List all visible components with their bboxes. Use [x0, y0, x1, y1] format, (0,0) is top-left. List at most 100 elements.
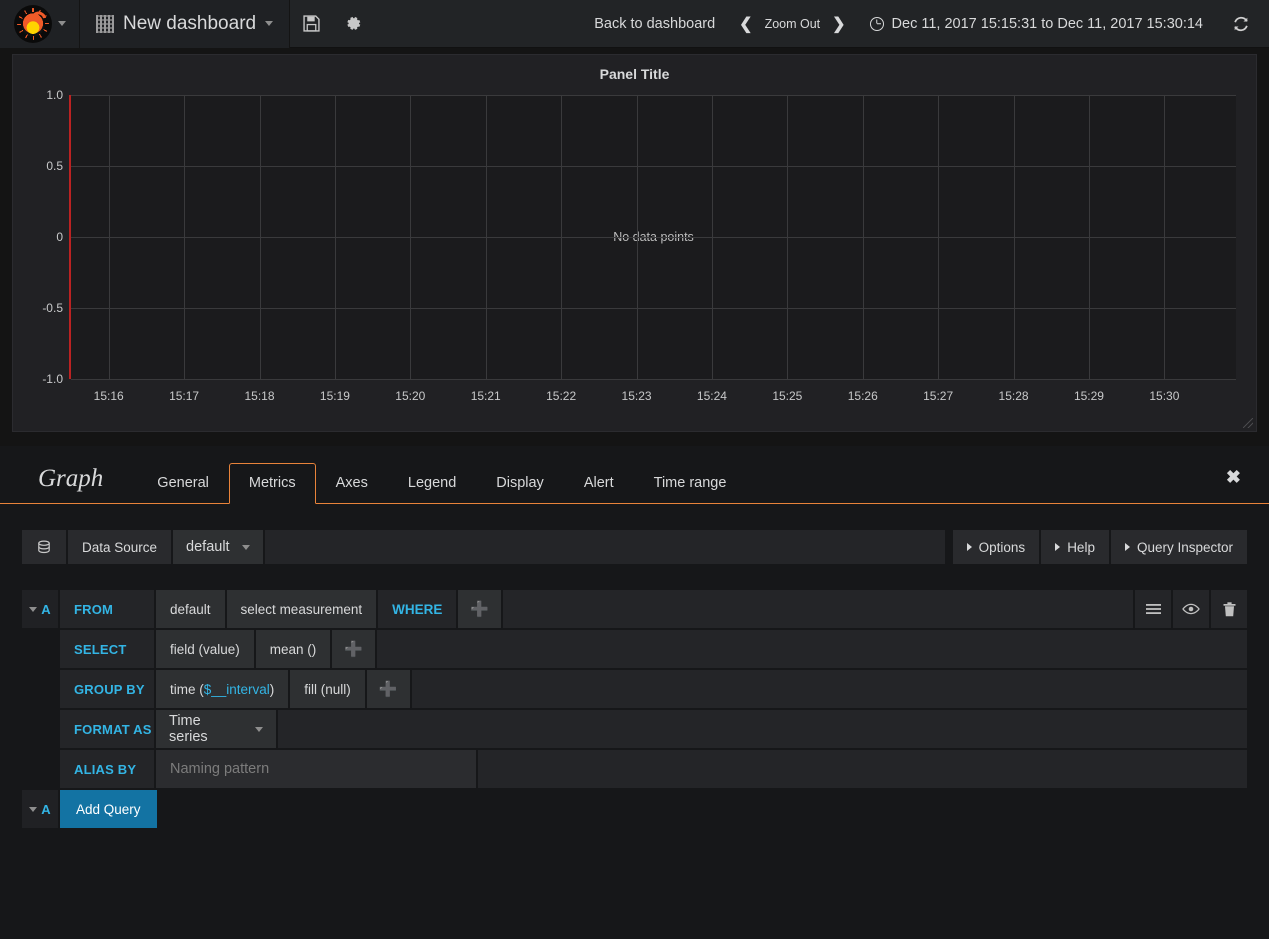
formatas-select[interactable]: Time series — [156, 710, 276, 748]
tab-metrics[interactable]: Metrics — [229, 463, 316, 504]
y-axis-tick-label: -1.0 — [42, 372, 63, 386]
clock-icon — [870, 17, 884, 31]
chevron-down-icon — [242, 545, 250, 550]
groupby-time-segment[interactable]: time ($__interval) — [156, 670, 288, 708]
alias-by-input[interactable] — [156, 750, 476, 788]
tab-general[interactable]: General — [137, 463, 229, 504]
groupby-row-filler — [412, 670, 1248, 708]
close-editor-button[interactable]: ✖ — [1226, 468, 1241, 486]
where-add-button[interactable]: ➕ — [458, 590, 501, 628]
aliasby-row-filler — [478, 750, 1247, 788]
x-axis-tick-label: 15:24 — [697, 389, 727, 403]
help-button[interactable]: Help — [1041, 530, 1109, 564]
x-gridline — [787, 95, 788, 379]
x-gridline — [410, 95, 411, 379]
add-query-collapse-toggle[interactable]: A — [22, 790, 58, 828]
query-menu-button[interactable] — [1135, 590, 1171, 628]
select-function-segment[interactable]: mean () — [256, 630, 331, 668]
options-button[interactable]: Options — [953, 530, 1040, 564]
graph-panel[interactable]: Panel Title No data points 1.00.50-0.5-1… — [12, 54, 1257, 432]
x-axis-tick-label: 15:23 — [622, 389, 652, 403]
x-axis-tick-label: 15:25 — [772, 389, 802, 403]
groupby-time-suffix: ) — [270, 682, 275, 697]
time-zoom-controls: ❮ Zoom Out ❯ — [729, 0, 855, 48]
query-from-row: A FROM default select measurement WHERE … — [22, 590, 1247, 628]
save-dashboard-button[interactable] — [290, 0, 332, 48]
top-navbar: New dashboard Back to dashboard ❮ Zoom O… — [0, 0, 1269, 48]
tab-time-range[interactable]: Time range — [634, 463, 747, 504]
x-axis-tick-label: 15:18 — [244, 389, 274, 403]
from-measurement-segment[interactable]: select measurement — [227, 590, 377, 628]
editor-panel-type: Graph — [24, 465, 137, 503]
chevron-down-icon — [58, 21, 66, 26]
add-query-button[interactable]: Add Query — [60, 790, 157, 828]
time-range-picker[interactable]: Dec 11, 2017 15:15:31 to Dec 11, 2017 15… — [856, 0, 1217, 48]
tab-legend[interactable]: Legend — [388, 463, 476, 504]
plot-canvas[interactable]: No data points 1.00.50-0.5-1.015:1615:17… — [69, 95, 1236, 379]
hamburger-menu-icon — [1146, 603, 1161, 615]
select-add-button[interactable]: ➕ — [332, 630, 375, 668]
query-groupby-row: GROUP BY time ($__interval) fill (null) … — [22, 670, 1247, 708]
button-label: Options — [979, 540, 1026, 555]
y-gridline — [71, 166, 1236, 167]
query-collapse-toggle[interactable]: A — [22, 590, 58, 628]
save-floppy-icon — [303, 15, 320, 32]
x-axis-tick-label: 15:16 — [94, 389, 124, 403]
y-gridline — [71, 237, 1236, 238]
aliasby-label: ALIAS BY — [60, 750, 154, 788]
groupby-time-variable: $__interval — [204, 682, 270, 697]
tab-alert[interactable]: Alert — [564, 463, 634, 504]
y-axis-tick-label: 0 — [56, 230, 63, 244]
chevron-left-icon[interactable]: ❮ — [737, 14, 754, 34]
from-policy-segment[interactable]: default — [156, 590, 225, 628]
dashboard-picker[interactable]: New dashboard — [80, 0, 290, 48]
x-gridline — [184, 95, 185, 379]
dashboard-settings-button[interactable] — [332, 0, 374, 48]
chevron-right-icon[interactable]: ❯ — [830, 14, 847, 34]
x-gridline — [1089, 95, 1090, 379]
x-axis-tick-label: 15:17 — [169, 389, 199, 403]
x-gridline — [486, 95, 487, 379]
y-gridline — [71, 379, 1236, 380]
editor-tabbar: Graph GeneralMetricsAxesLegendDisplayAle… — [0, 446, 1269, 504]
refresh-icon — [1232, 15, 1250, 33]
y-axis-tick-label: 1.0 — [46, 88, 63, 102]
query-inspector-button[interactable]: Query Inspector — [1111, 530, 1247, 564]
caret-right-icon — [967, 543, 972, 551]
panel-title[interactable]: Panel Title — [13, 55, 1256, 86]
groupby-row-spacer — [22, 670, 58, 708]
groupby-label: GROUP BY — [60, 670, 154, 708]
x-gridline — [1014, 95, 1015, 379]
y-axis-tick-label: -0.5 — [42, 301, 63, 315]
select-row-filler — [377, 630, 1247, 668]
query-delete-button[interactable] — [1211, 590, 1247, 628]
tab-axes[interactable]: Axes — [316, 463, 388, 504]
caret-right-icon — [1125, 543, 1130, 551]
plot-area[interactable]: No data points 1.00.50-0.5-1.015:1615:17… — [69, 95, 1236, 379]
x-gridline — [109, 95, 110, 379]
select-field-segment[interactable]: field (value) — [156, 630, 254, 668]
tab-display[interactable]: Display — [476, 463, 564, 504]
zoom-out-button[interactable]: Zoom Out — [765, 17, 821, 31]
x-gridline — [863, 95, 864, 379]
x-gridline — [938, 95, 939, 379]
from-row-filler — [503, 590, 1133, 628]
back-to-dashboard-link[interactable]: Back to dashboard — [580, 0, 729, 48]
datasource-select[interactable]: default — [173, 530, 263, 564]
datasource-row: Data Source default OptionsHelpQuery Ins… — [22, 530, 1247, 564]
groupby-add-button[interactable]: ➕ — [367, 670, 410, 708]
formatas-value: Time series — [169, 713, 243, 745]
panel-resize-handle[interactable] — [1243, 418, 1253, 428]
eye-icon — [1182, 603, 1200, 615]
query-toggle-visibility-button[interactable] — [1173, 590, 1209, 628]
x-axis-tick-label: 15:27 — [923, 389, 953, 403]
groupby-time-prefix: time ( — [170, 682, 204, 697]
refresh-button[interactable] — [1217, 0, 1265, 48]
logo-menu-button[interactable] — [0, 0, 80, 48]
x-gridline — [712, 95, 713, 379]
x-gridline — [637, 95, 638, 379]
datasource-value: default — [186, 539, 230, 555]
groupby-fill-segment[interactable]: fill (null) — [290, 670, 365, 708]
x-axis-tick-label: 15:22 — [546, 389, 576, 403]
y-axis-tick-label: 0.5 — [46, 159, 63, 173]
